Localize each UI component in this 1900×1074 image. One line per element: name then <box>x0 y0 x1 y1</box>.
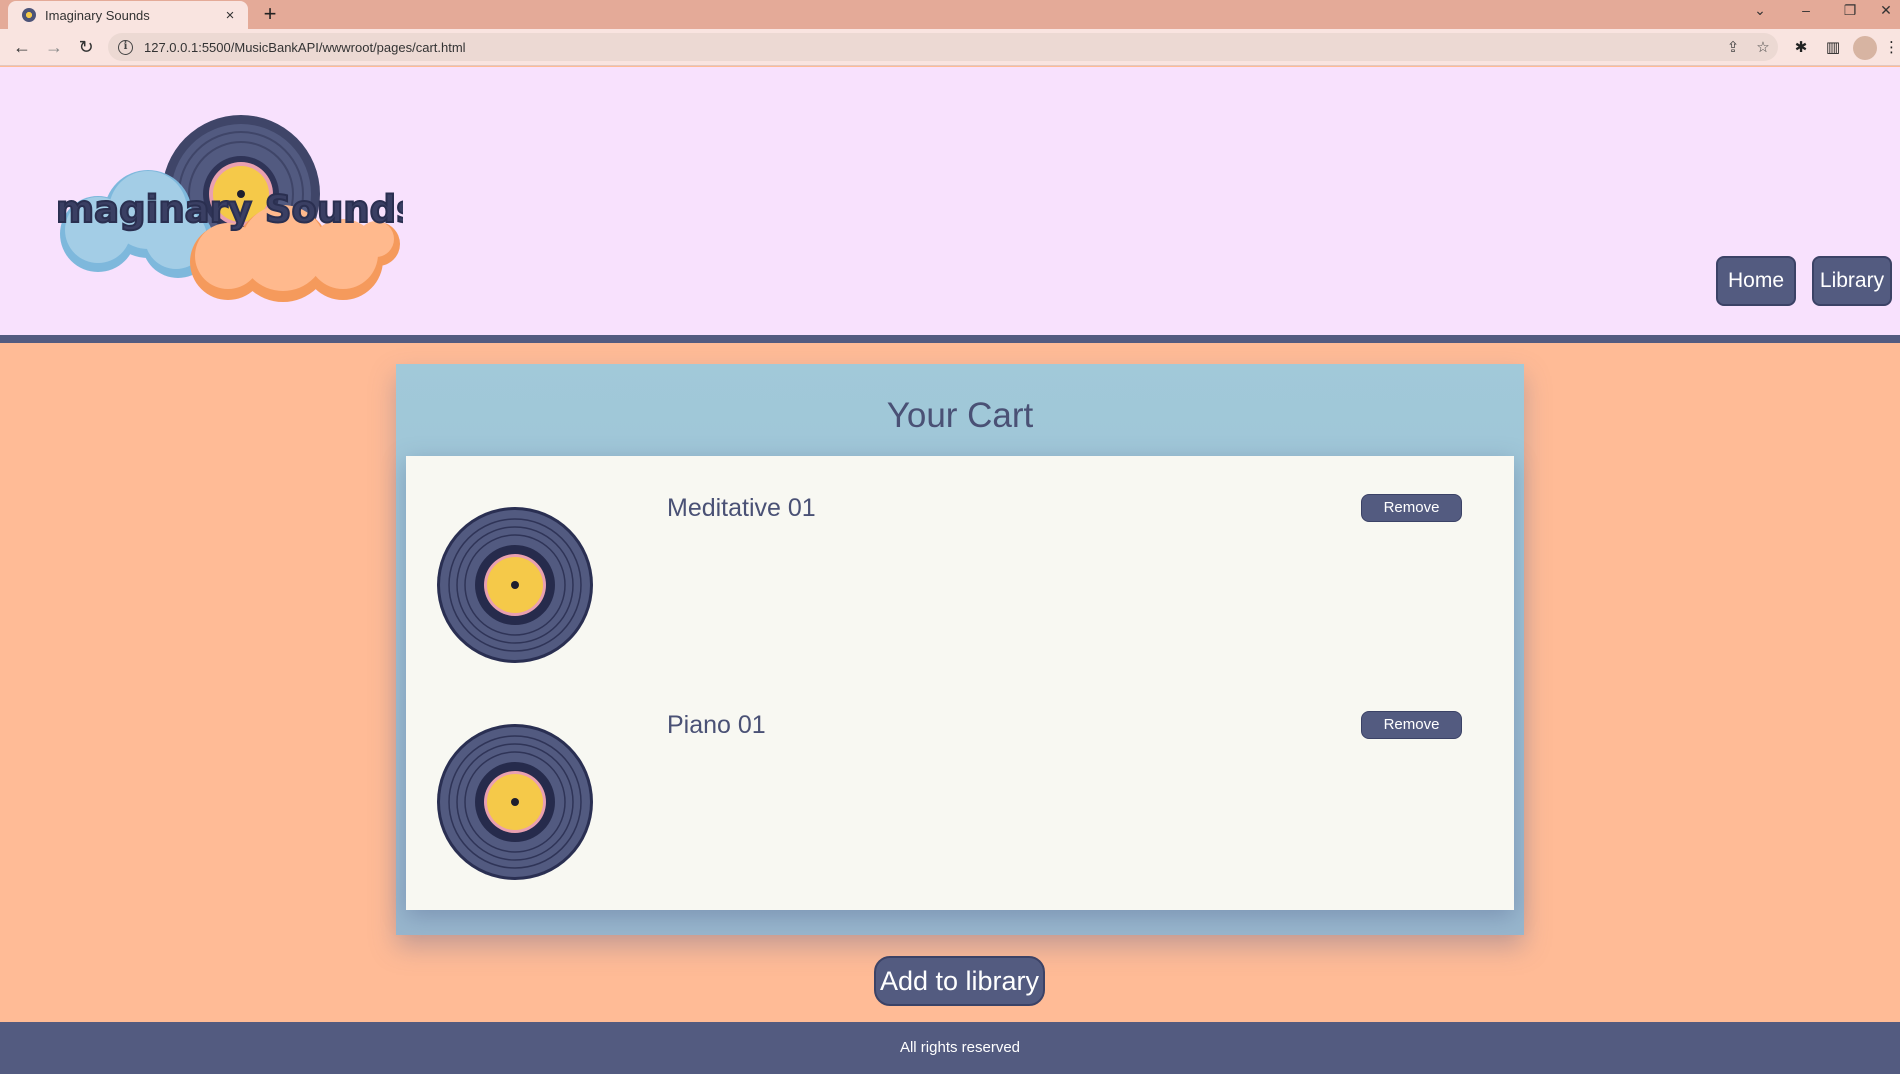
nav-home-button[interactable]: Home <box>1716 256 1796 306</box>
back-arrow-icon[interactable]: ← <box>10 35 34 59</box>
site-info-icon[interactable]: i <box>118 39 133 55</box>
header-divider <box>0 335 1900 343</box>
cart-item-piano-01: Piano 01 Remove <box>406 673 1514 890</box>
site-footer: All rights reserved <box>0 1022 1900 1074</box>
browser-tab-strip: Imaginary Sounds × + ⌄ – ❐ ✕ <box>0 0 1900 29</box>
nav-library-button[interactable]: Library <box>1812 256 1892 306</box>
browser-toolbar: ← → ↻ i 127.0.0.1:5500/MusicBankAPI/wwwr… <box>0 29 1900 66</box>
cart-title: Your Cart <box>886 396 1034 435</box>
add-to-library-button[interactable]: Add to library <box>874 956 1045 1006</box>
minimize-window-icon[interactable]: – <box>1786 0 1826 20</box>
reload-icon[interactable]: ↻ <box>74 35 98 59</box>
profile-avatar[interactable] <box>1853 36 1877 60</box>
side-panel-icon[interactable]: ▥ <box>1821 36 1845 60</box>
remove-button[interactable]: Remove <box>1361 711 1462 739</box>
browser-menu-icon[interactable]: ⋮ <box>1884 36 1899 60</box>
footer-text: All rights reserved <box>899 1039 1021 1056</box>
close-window-icon[interactable]: ✕ <box>1866 0 1900 20</box>
cart-list: Meditative 01 Remove Piano 01 Remove <box>406 456 1514 910</box>
vinyl-record-icon <box>437 507 593 663</box>
site-favicon-icon <box>22 8 36 22</box>
address-bar[interactable]: i 127.0.0.1:5500/MusicBankAPI/wwwroot/pa… <box>108 33 1778 61</box>
url-text[interactable]: 127.0.0.1:5500/MusicBankAPI/wwwroot/page… <box>144 40 1718 55</box>
imaginary-sounds-logo[interactable]: Imaginary Sounds <box>58 114 403 304</box>
browser-tab[interactable]: Imaginary Sounds × <box>8 1 248 29</box>
tab-title: Imaginary Sounds <box>45 7 150 23</box>
tab-search-icon[interactable]: ⌄ <box>1740 0 1780 20</box>
forward-arrow-icon[interactable]: → <box>42 35 66 59</box>
remove-button[interactable]: Remove <box>1361 494 1462 522</box>
cart-item-title: Piano 01 <box>667 711 766 739</box>
vinyl-record-icon <box>437 724 593 880</box>
restore-window-icon[interactable]: ❐ <box>1830 0 1870 20</box>
share-icon[interactable]: ⇪ <box>1718 38 1748 56</box>
new-tab-button[interactable]: + <box>258 2 282 26</box>
cart-item-title: Meditative 01 <box>667 494 816 522</box>
cart-item-meditative-01: Meditative 01 Remove <box>406 456 1514 673</box>
extensions-puzzle-icon[interactable]: ✱ <box>1789 36 1813 60</box>
tab-close-icon[interactable]: × <box>222 7 238 24</box>
logo-text: Imaginary Sounds <box>58 188 403 231</box>
bookmark-star-icon[interactable]: ☆ <box>1748 38 1778 56</box>
cart-panel: Your Cart Meditative 01 Remove Piano 01 … <box>396 364 1524 935</box>
